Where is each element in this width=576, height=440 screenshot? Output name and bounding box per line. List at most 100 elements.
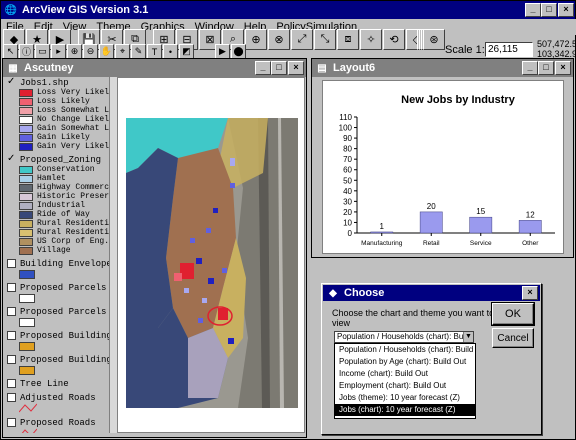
legend-label: Industrial	[37, 201, 86, 210]
scale-input[interactable]	[485, 42, 533, 57]
tool-button-8[interactable]: ⌖	[115, 44, 130, 59]
view-close-button[interactable]: ×	[288, 61, 304, 75]
table-of-contents: ✓ Jobs1.shp Loss Very Likely Loss Likely Los…	[7, 77, 109, 433]
toc-theme[interactable]: Proposed Roads	[7, 417, 109, 433]
legend-label: Loss Very Likely	[37, 88, 109, 97]
toolbar-button-16[interactable]: ✧	[360, 29, 382, 50]
select-option[interactable]: Income (chart): Build Out	[335, 368, 475, 380]
view-titlebar[interactable]: ▦ Ascutney _ □ ×	[3, 59, 306, 77]
app-titlebar[interactable]: 🌐 ArcView GIS Version 3.1 _ □ ×	[1, 1, 575, 19]
tool-button-14[interactable]: ⬤	[231, 44, 246, 59]
theme-title-row[interactable]: Building Envelope	[7, 258, 109, 269]
dialog-close-button[interactable]: ×	[522, 286, 538, 300]
y-tick-label: 90	[343, 134, 352, 143]
toc-theme[interactable]: Tree Line	[7, 378, 109, 389]
app-minimize-button[interactable]: _	[525, 3, 541, 17]
theme-visibility-checkbox[interactable]	[7, 355, 16, 364]
dropdown-arrow-icon[interactable]: ▼	[463, 332, 473, 342]
bar-other	[518, 220, 542, 234]
select-option[interactable]: Population / Households (chart): Build O…	[335, 344, 475, 356]
tool-button-10[interactable]: T	[147, 44, 162, 59]
legend-swatch	[19, 88, 33, 97]
chart-theme-select[interactable]: Population / Households (chart): Build O…	[334, 331, 474, 343]
layout-minimize-button[interactable]: _	[522, 61, 538, 75]
toc-theme[interactable]: Proposed Parcels - Half	[7, 306, 109, 327]
toolbar-button-14[interactable]: ⤡	[314, 29, 336, 50]
toolbar-button-22[interactable]: ⊛	[423, 29, 445, 50]
toolbar-button-15[interactable]: ⧈	[337, 29, 359, 50]
toc-scrollbar[interactable]	[109, 77, 117, 433]
layout-close-button[interactable]: ×	[555, 61, 571, 75]
theme-title-row[interactable]: Proposed Parcels - Mixe	[7, 282, 109, 293]
view-maximize-button[interactable]: □	[271, 61, 287, 75]
legend-swatch	[19, 201, 33, 210]
tool-button-4[interactable]: ▸	[51, 44, 66, 59]
theme-visibility-checkbox[interactable]	[7, 331, 16, 340]
theme-title-row[interactable]: ✓ Proposed_Zoning	[7, 154, 109, 165]
theme-visibility-checkbox[interactable]	[7, 418, 16, 427]
select-option[interactable]: Employment (chart): Build Out	[335, 380, 475, 392]
chart-frame[interactable]: New Jobs by Industry 0 10 20 30 40 50 60 70 80 90…	[322, 80, 564, 254]
theme-checkmark-icon[interactable]: ✓	[7, 155, 16, 165]
legend-entry: Ride of Way	[7, 210, 109, 219]
theme-visibility-checkbox[interactable]	[7, 393, 16, 402]
tool-button-5[interactable]: ⊕	[67, 44, 82, 59]
legend-entry: Conservation	[7, 165, 109, 174]
tool-button-9[interactable]: ✎	[131, 44, 146, 59]
tool-button-2[interactable]: ⓘ	[19, 44, 34, 59]
legend-swatch	[19, 228, 33, 237]
tool-button-6[interactable]: ⊖	[83, 44, 98, 59]
legend-label: No Change Likely	[37, 115, 109, 124]
theme-visibility-checkbox[interactable]	[7, 283, 16, 292]
layout-titlebar[interactable]: ▤ Layout6 _ □ ×	[312, 59, 573, 77]
toc-theme[interactable]: Proposed Parcels - Mixe	[7, 282, 109, 303]
theme-title-row[interactable]: Proposed Buildings - Mi	[7, 330, 109, 341]
ok-button[interactable]: OK	[491, 302, 535, 326]
tool-button-1[interactable]: ↖	[3, 44, 18, 59]
toc-theme[interactable]: Building Envelope	[7, 258, 109, 279]
tool-button-12[interactable]: ◩	[179, 44, 194, 59]
tool-button-11[interactable]: •	[163, 44, 178, 59]
select-value: Population / Households (chart): Build O…	[337, 332, 474, 341]
line-symbol	[19, 428, 109, 433]
toc-theme[interactable]: Proposed Buildings - Ha	[7, 354, 109, 375]
legend-label: Highway Commerc	[37, 183, 109, 192]
toc-theme[interactable]: Adjusted Roads	[7, 392, 109, 414]
theme-title-row[interactable]: ✓ Jobs1.shp	[7, 77, 109, 88]
toc-theme[interactable]: ✓ Jobs1.shp Loss Very Likely Loss Likely Los…	[7, 77, 109, 152]
app-close-button[interactable]: ×	[558, 3, 574, 17]
theme-visibility-checkbox[interactable]	[7, 379, 16, 388]
theme-visibility-checkbox[interactable]	[7, 307, 16, 316]
map-display[interactable]	[117, 77, 305, 433]
y-tick-label: 40	[343, 187, 352, 196]
theme-title-row[interactable]: Proposed Buildings - Ha	[7, 354, 109, 365]
legend-swatch	[19, 97, 33, 106]
toolbar-button-13[interactable]: ⤢	[291, 29, 313, 50]
dialog-titlebar[interactable]: ◆ Choose ×	[323, 285, 540, 301]
select-option[interactable]: Population by Age (chart): Build Out	[335, 356, 475, 368]
cancel-button[interactable]: Cancel	[492, 328, 534, 348]
app-maximize-button[interactable]: □	[541, 3, 557, 17]
toc-theme[interactable]: Proposed Buildings - Mi	[7, 330, 109, 351]
select-option[interactable]: Jobs (theme): 10 year forecast (Z)	[335, 392, 475, 404]
legend-swatch	[19, 115, 33, 124]
tool-button-13[interactable]: ▶	[215, 44, 230, 59]
view-minimize-button[interactable]: _	[255, 61, 271, 75]
theme-visibility-checkbox[interactable]	[7, 259, 16, 268]
y-tick-label: 10	[343, 218, 352, 227]
select-option[interactable]: Jobs (chart): 10 year forecast (Z)	[335, 404, 475, 416]
theme-checkmark-icon[interactable]: ✓	[7, 78, 16, 88]
toolbar-button-17[interactable]: ⟲	[383, 29, 405, 50]
theme-title-row[interactable]: Proposed Roads	[7, 417, 109, 428]
y-tick-label: 20	[343, 208, 352, 217]
tool-button-7[interactable]: ✋	[99, 44, 114, 59]
theme-title-row[interactable]: Adjusted Roads	[7, 392, 109, 403]
tool-button-3[interactable]: ▭	[35, 44, 50, 59]
toolbar-button-11[interactable]: ⊕	[245, 29, 267, 50]
layout-icon: ▤	[317, 62, 327, 74]
toc-theme[interactable]: ✓ Proposed_Zoning Conservation Hamlet Highwa…	[7, 154, 109, 256]
theme-title-row[interactable]: Tree Line	[7, 378, 109, 389]
layout-maximize-button[interactable]: □	[538, 61, 554, 75]
toolbar-button-12[interactable]: ⊗	[268, 29, 290, 50]
theme-title-row[interactable]: Proposed Parcels - Half	[7, 306, 109, 317]
